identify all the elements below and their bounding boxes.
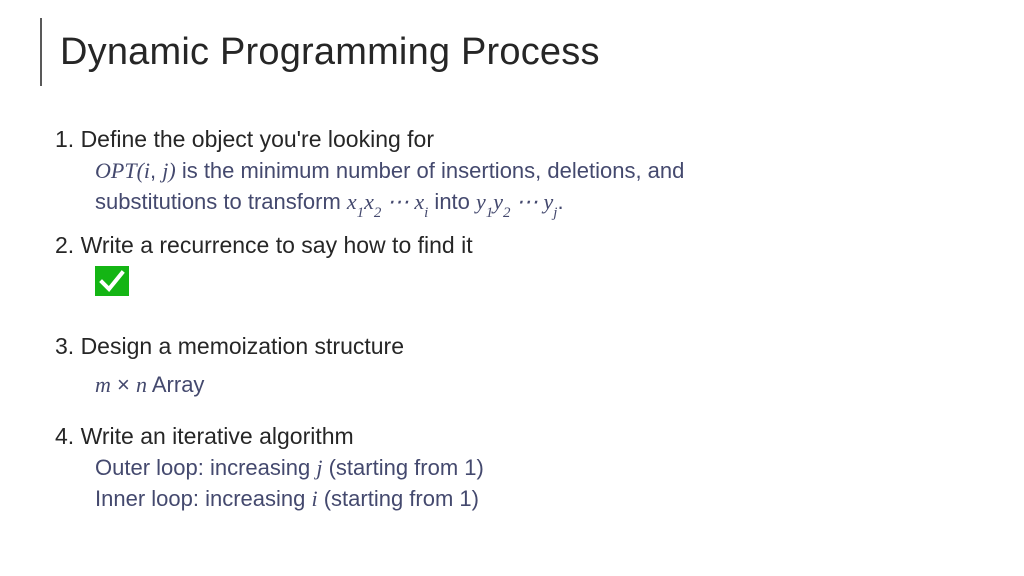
page-title: Dynamic Programming Process bbox=[60, 31, 600, 74]
step-4-head: 4. Write an iterative algorithm bbox=[55, 421, 944, 451]
step-3-head: 3. Design a memoization structure bbox=[55, 331, 944, 361]
step-2-head: 2. Write a recurrence to say how to find… bbox=[55, 230, 944, 260]
period: . bbox=[557, 189, 563, 214]
def-text-1: is the minimum number of insertions, del… bbox=[176, 158, 685, 183]
step-2: 2. Write a recurrence to say how to find… bbox=[55, 230, 944, 310]
var-n: n bbox=[136, 372, 147, 397]
inner-text-b: (starting from 1) bbox=[318, 486, 479, 511]
paren-close: ) bbox=[168, 158, 175, 183]
step-4-outer: Outer loop: increasing j (starting from … bbox=[95, 453, 944, 482]
step-1-definition-line2: substitutions to transform x1x2 ⋯ xi int… bbox=[95, 187, 944, 221]
slide-body: 1. Define the object you're looking for … bbox=[55, 124, 944, 521]
x1: x1 bbox=[347, 189, 364, 214]
x2: x2 bbox=[364, 189, 381, 214]
slide: Dynamic Programming Process 1. Define th… bbox=[0, 0, 1024, 576]
outer-text-b: (starting from 1) bbox=[322, 455, 483, 480]
times-symbol: × bbox=[111, 372, 136, 397]
step-1-definition: OPT(i, j) is the minimum number of inser… bbox=[95, 156, 944, 185]
paren-open: ( bbox=[137, 158, 144, 183]
title-bar: Dynamic Programming Process bbox=[40, 18, 600, 86]
step-1-head: 1. Define the object you're looking for bbox=[55, 124, 944, 154]
opt-func: OPT bbox=[95, 158, 137, 183]
step-4: 4. Write an iterative algorithm Outer lo… bbox=[55, 421, 944, 513]
step-3: 3. Design a memoization structure m × n … bbox=[55, 331, 944, 398]
dots-y: ⋯ bbox=[511, 189, 544, 214]
yj: yj bbox=[544, 189, 558, 214]
y1: y1 bbox=[476, 189, 493, 214]
var-m: m bbox=[95, 372, 111, 397]
inner-text-a: Inner loop: increasing bbox=[95, 486, 311, 511]
y2: y2 bbox=[493, 189, 510, 214]
def-text-2b: into bbox=[428, 189, 476, 214]
dots-x: ⋯ bbox=[381, 189, 414, 214]
step-3-sub: m × n Array bbox=[95, 370, 944, 399]
array-label: Array bbox=[147, 372, 204, 397]
xi: xi bbox=[414, 189, 428, 214]
def-text-2a: substitutions to transform bbox=[95, 189, 347, 214]
checkmark-icon bbox=[95, 266, 129, 296]
comma: , bbox=[150, 158, 162, 183]
step-4-inner: Inner loop: increasing i (starting from … bbox=[95, 484, 944, 513]
outer-text-a: Outer loop: increasing bbox=[95, 455, 316, 480]
step-1: 1. Define the object you're looking for … bbox=[55, 124, 944, 222]
